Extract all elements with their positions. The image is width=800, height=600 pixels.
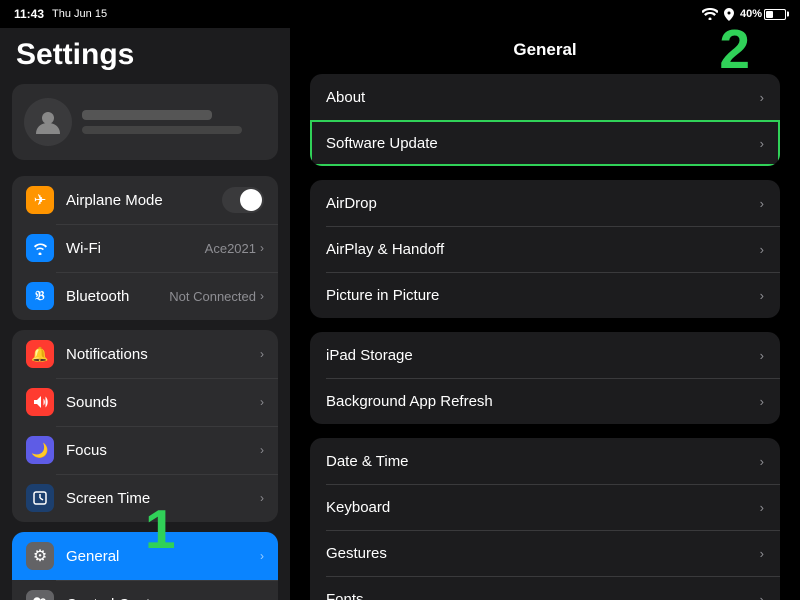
wifi-chevron: › bbox=[260, 241, 264, 255]
settings-title: Settings bbox=[0, 28, 290, 84]
notifications-chevron: › bbox=[260, 347, 264, 361]
toggle-knob bbox=[240, 189, 262, 211]
panel-row-airdrop[interactable]: AirDrop › bbox=[310, 180, 780, 226]
sidebar-item-sounds[interactable]: Sounds › bbox=[12, 378, 278, 426]
screentime-icon bbox=[26, 484, 54, 512]
panel-section-4: Date & Time › Keyboard › Gestures › Font… bbox=[310, 438, 780, 600]
avatar bbox=[24, 98, 72, 146]
panel-title: General bbox=[310, 28, 780, 74]
panel-row-ipadstorage[interactable]: iPad Storage › bbox=[310, 332, 780, 378]
airplane-toggle[interactable] bbox=[222, 187, 264, 213]
pip-label: Picture in Picture bbox=[326, 287, 760, 304]
gestures-label: Gestures bbox=[326, 545, 760, 562]
sidebar-item-focus[interactable]: 🌙 Focus › bbox=[12, 426, 278, 474]
airdrop-chevron: › bbox=[760, 196, 764, 211]
backgroundrefresh-chevron: › bbox=[760, 394, 764, 409]
controlcenter-label: Control Center bbox=[66, 596, 260, 600]
sidebar-item-controlcenter[interactable]: Control Center › bbox=[12, 580, 278, 600]
bluetooth-value: Not Connected bbox=[169, 289, 256, 304]
panel-section-2: AirDrop › AirPlay & Handoff › Picture in… bbox=[310, 180, 780, 318]
airplane-icon: ✈ bbox=[26, 186, 54, 214]
datetime-chevron: › bbox=[760, 454, 764, 469]
bluetooth-label: Bluetooth bbox=[66, 288, 169, 305]
fonts-label: Fonts bbox=[326, 591, 760, 600]
airdrop-label: AirDrop bbox=[326, 195, 760, 212]
wifi-label: Wi-Fi bbox=[66, 240, 205, 257]
location-icon bbox=[724, 8, 734, 21]
backgroundrefresh-label: Background App Refresh bbox=[326, 393, 760, 410]
panel-row-pip[interactable]: Picture in Picture › bbox=[310, 272, 780, 318]
badge-1: 1 bbox=[145, 502, 176, 557]
bluetooth-icon: 𝔅 bbox=[26, 282, 54, 310]
airplay-chevron: › bbox=[760, 242, 764, 257]
date: Thu Jun 15 bbox=[52, 8, 107, 20]
panel-row-gestures[interactable]: Gestures › bbox=[310, 530, 780, 576]
sidebar: Settings ✈ Airplane Mode bbox=[0, 28, 290, 600]
panel-row-softwareupdate[interactable]: Software Update › bbox=[310, 120, 780, 166]
datetime-label: Date & Time bbox=[326, 453, 760, 470]
panel-section-3: iPad Storage › Background App Refresh › bbox=[310, 332, 780, 424]
sounds-chevron: › bbox=[260, 395, 264, 409]
main-layout: Settings ✈ Airplane Mode bbox=[0, 28, 800, 600]
screentime-chevron: › bbox=[260, 491, 264, 505]
sidebar-item-wifi[interactable]: Wi-Fi Ace2021 › bbox=[12, 224, 278, 272]
connectivity-section: ✈ Airplane Mode Wi-Fi Ace2021 › 𝔅 bbox=[12, 176, 278, 320]
general-chevron: › bbox=[260, 549, 264, 563]
sidebar-item-notifications[interactable]: 🔔 Notifications › bbox=[12, 330, 278, 378]
wifi-icon bbox=[702, 8, 718, 20]
status-left: 11:43 Thu Jun 15 bbox=[14, 7, 107, 21]
panel-row-airplay[interactable]: AirPlay & Handoff › bbox=[310, 226, 780, 272]
bluetooth-chevron: › bbox=[260, 289, 264, 303]
gestures-chevron: › bbox=[760, 546, 764, 561]
time: 11:43 bbox=[14, 7, 44, 21]
pip-chevron: › bbox=[760, 288, 764, 303]
notifications-section: 🔔 Notifications › Sounds › 🌙 Focus › bbox=[12, 330, 278, 522]
airplay-label: AirPlay & Handoff bbox=[326, 241, 760, 258]
wifi-row-icon bbox=[26, 234, 54, 262]
wifi-value: Ace2021 bbox=[205, 241, 256, 256]
profile-card[interactable] bbox=[12, 84, 278, 160]
sounds-label: Sounds bbox=[66, 394, 260, 411]
panel-row-backgroundrefresh[interactable]: Background App Refresh › bbox=[310, 378, 780, 424]
battery-pct: 40% bbox=[740, 8, 762, 20]
focus-icon: 🌙 bbox=[26, 436, 54, 464]
panel-row-datetime[interactable]: Date & Time › bbox=[310, 438, 780, 484]
profile-sub-bar bbox=[82, 126, 242, 134]
softwareupdate-chevron: › bbox=[760, 136, 764, 151]
panel-row-fonts[interactable]: Fonts › bbox=[310, 576, 780, 600]
ipadstorage-label: iPad Storage bbox=[326, 347, 760, 364]
fonts-chevron: › bbox=[760, 592, 764, 600]
panel-row-about[interactable]: About › bbox=[310, 74, 780, 120]
panel-section-1: About › Software Update › bbox=[310, 74, 780, 166]
about-label: About bbox=[326, 89, 760, 106]
keyboard-chevron: › bbox=[760, 500, 764, 515]
notifications-label: Notifications bbox=[66, 346, 260, 363]
battery-indicator: 40% bbox=[740, 8, 786, 20]
status-right: 40% bbox=[702, 8, 786, 21]
sounds-icon bbox=[26, 388, 54, 416]
airplane-label: Airplane Mode bbox=[66, 192, 222, 209]
about-chevron: › bbox=[760, 90, 764, 105]
notifications-icon: 🔔 bbox=[26, 340, 54, 368]
focus-label: Focus bbox=[66, 442, 260, 459]
sidebar-item-bluetooth[interactable]: 𝔅 Bluetooth Not Connected › bbox=[12, 272, 278, 320]
badge-2: 2 bbox=[719, 28, 750, 77]
softwareupdate-label: Software Update bbox=[326, 135, 760, 152]
keyboard-label: Keyboard bbox=[326, 499, 760, 516]
status-bar: 11:43 Thu Jun 15 40% bbox=[0, 0, 800, 28]
focus-chevron: › bbox=[260, 443, 264, 457]
right-panel: General 2 About › Software Update › AirD… bbox=[290, 28, 800, 600]
profile-name-bar bbox=[82, 110, 212, 120]
ipadstorage-chevron: › bbox=[760, 348, 764, 363]
controlcenter-icon bbox=[26, 590, 54, 600]
general-icon: ⚙ bbox=[26, 542, 54, 570]
profile-info bbox=[82, 110, 266, 134]
panel-row-keyboard[interactable]: Keyboard › bbox=[310, 484, 780, 530]
sidebar-item-airplane[interactable]: ✈ Airplane Mode bbox=[12, 176, 278, 224]
